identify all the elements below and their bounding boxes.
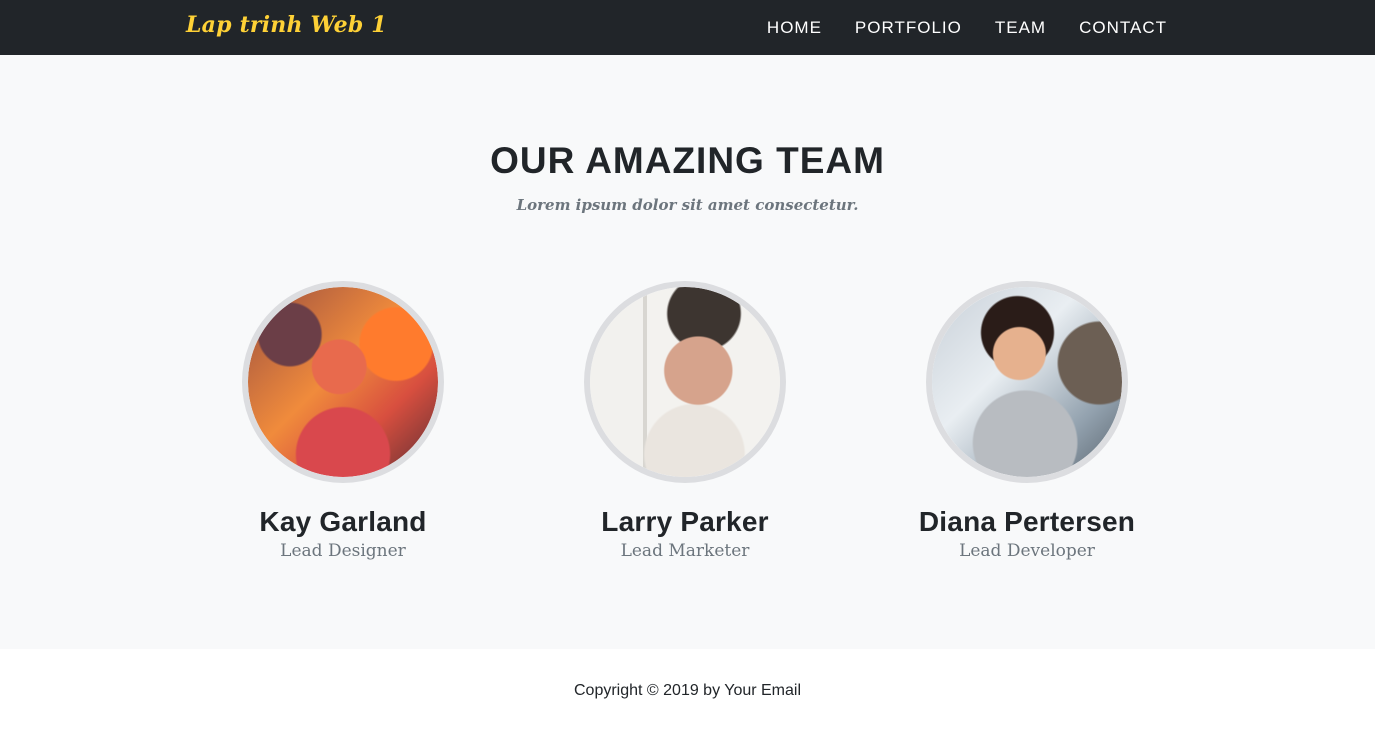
member-photo bbox=[932, 287, 1122, 477]
footer-copyright: Copyright © 2019 by Your Email bbox=[573, 682, 802, 699]
main-nav: HOME PORTFOLIO TEAM CONTACT bbox=[734, 0, 1167, 55]
member-name: Diana Pertersen bbox=[918, 506, 1136, 537]
team-member-card: Larry Parker Lead Marketer bbox=[535, 281, 835, 562]
top-navbar: Lap trinh Web 1 HOME PORTFOLIO TEAM CONT… bbox=[0, 0, 1375, 55]
team-section: OUR AMAZING TEAM Lorem ipsum dolor sit a… bbox=[0, 55, 1375, 649]
team-member-card: Diana Pertersen Lead Developer bbox=[877, 281, 1177, 562]
member-role: Lead Designer bbox=[280, 541, 406, 561]
member-photo bbox=[248, 287, 438, 477]
team-heading: OUR AMAZING TEAM bbox=[490, 140, 885, 181]
nav-home-link[interactable]: HOME bbox=[734, 0, 822, 55]
nav-team-link[interactable]: TEAM bbox=[962, 0, 1046, 55]
team-subheading: Lorem ipsum dolor sit amet consectetur. bbox=[516, 196, 859, 214]
page-footer: Copyright © 2019 by Your Email bbox=[0, 649, 1375, 745]
member-photo bbox=[590, 287, 780, 477]
member-role: Lead Developer bbox=[959, 541, 1095, 561]
member-name: Larry Parker bbox=[601, 506, 769, 537]
member-role: Lead Marketer bbox=[620, 541, 750, 561]
member-avatar bbox=[242, 281, 444, 483]
team-member-card: Kay Garland Lead Designer bbox=[193, 281, 493, 562]
member-avatar bbox=[926, 281, 1128, 483]
member-name: Kay Garland bbox=[259, 506, 427, 537]
brand-logo-link[interactable]: Lap trinh Web 1 bbox=[186, 10, 387, 40]
nav-portfolio-link[interactable]: PORTFOLIO bbox=[822, 0, 962, 55]
member-avatar bbox=[584, 281, 786, 483]
nav-contact-link[interactable]: CONTACT bbox=[1046, 0, 1167, 55]
